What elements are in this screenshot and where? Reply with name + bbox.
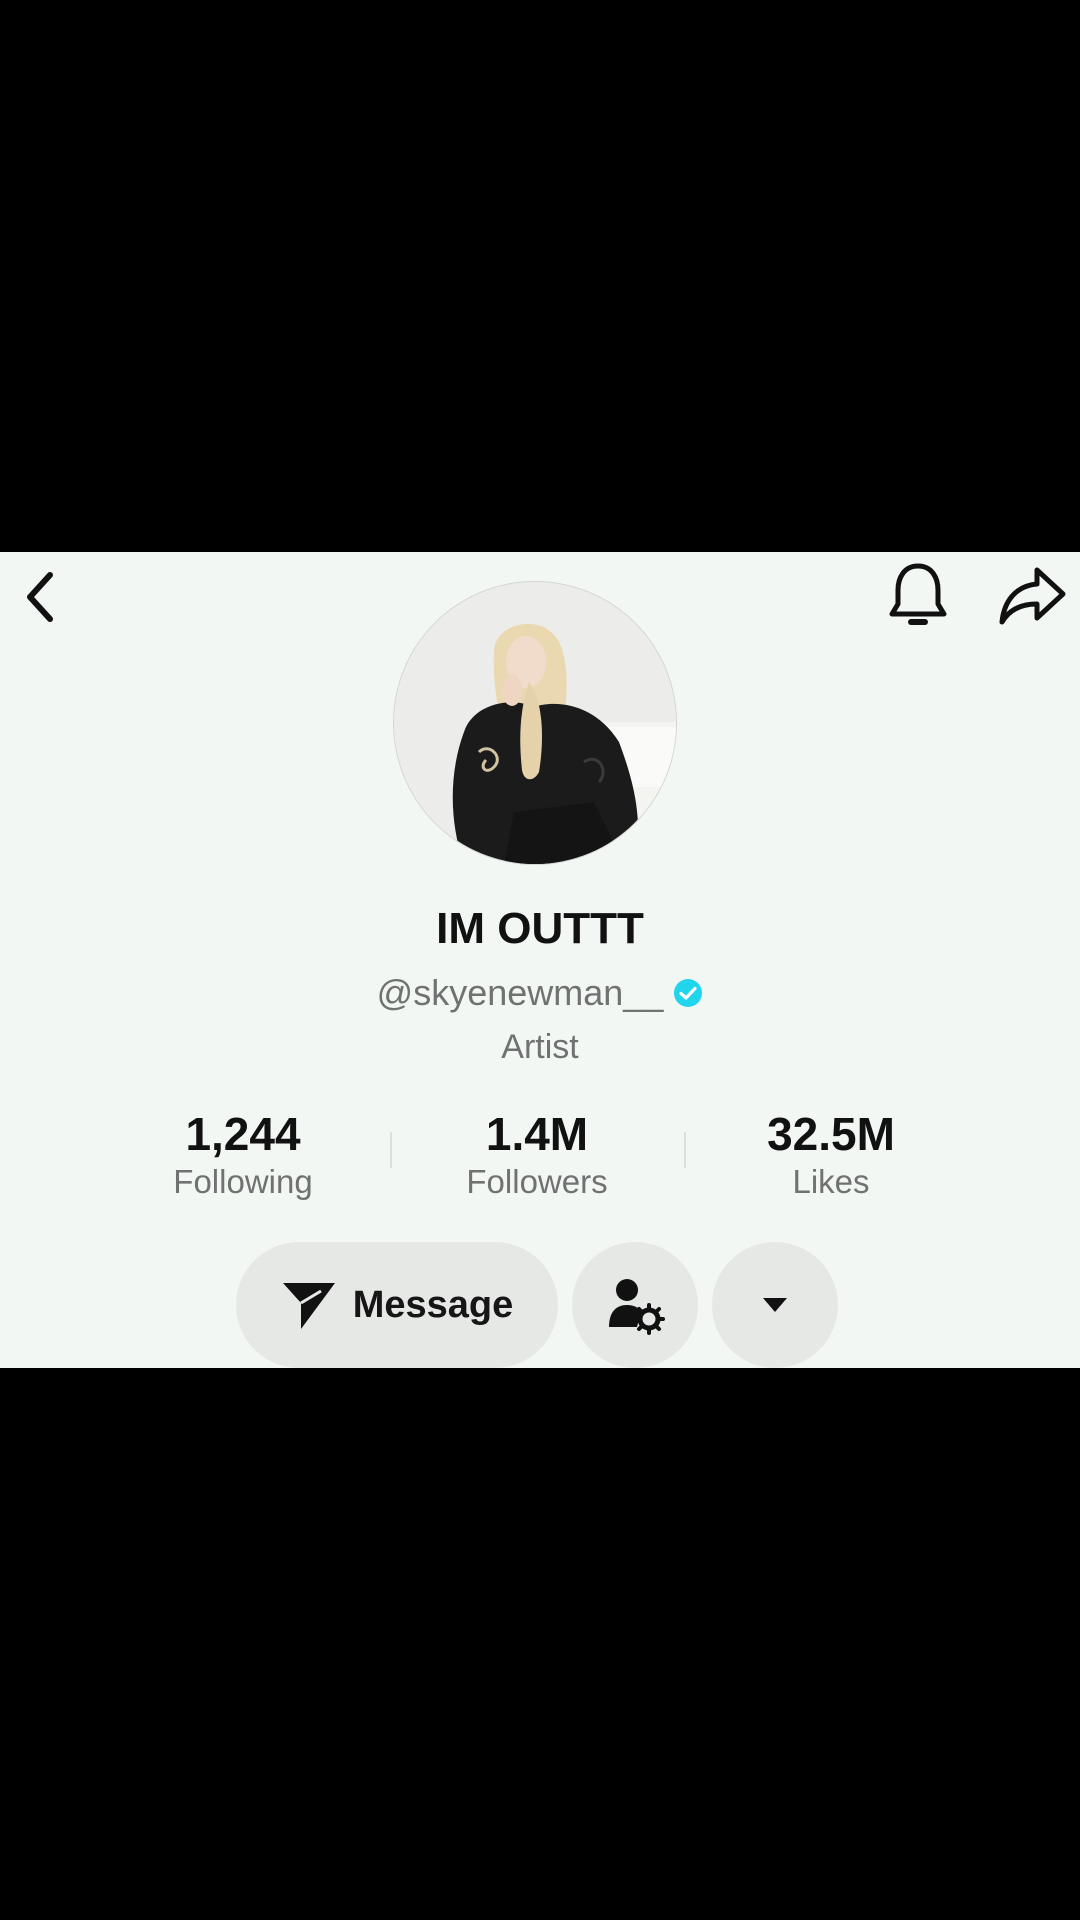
- share-arrow-icon: [999, 567, 1066, 625]
- share-button[interactable]: [990, 556, 1074, 636]
- profile-panel: IM OUTTT @skyenewman__ Artist 1,244 Foll…: [0, 552, 1080, 1368]
- username-handle: @skyenewman__: [376, 972, 664, 1013]
- verified-badge-icon: [674, 979, 703, 1007]
- avatar[interactable]: [394, 582, 676, 864]
- message-button[interactable]: Message: [236, 1242, 558, 1368]
- bell-icon: [889, 563, 947, 625]
- stat-divider: [684, 1132, 686, 1168]
- stat-value: 1,244: [185, 1108, 301, 1160]
- stat-label: Following: [173, 1163, 313, 1200]
- send-icon: [282, 1283, 335, 1329]
- display-name: IM OUTTT: [436, 904, 644, 953]
- stat-likes[interactable]: 32.5M Likes: [701, 1108, 961, 1204]
- notification-button[interactable]: [878, 556, 958, 636]
- back-button[interactable]: [10, 562, 70, 632]
- user-gear-icon: [609, 1279, 665, 1335]
- bio-text: Artist: [501, 1028, 579, 1066]
- stat-value: 1.4M: [485, 1108, 589, 1160]
- stat-label: Followers: [466, 1163, 608, 1200]
- stat-divider: [390, 1132, 392, 1168]
- screen: IM OUTTT @skyenewman__ Artist 1,244 Foll…: [0, 0, 1080, 1920]
- chevron-left-icon: [27, 572, 53, 622]
- profile-settings-button[interactable]: [572, 1242, 698, 1368]
- stat-value: 32.5M: [767, 1108, 895, 1160]
- stat-followers[interactable]: 1.4M Followers: [407, 1108, 667, 1204]
- more-options-button[interactable]: [712, 1242, 838, 1368]
- caret-down-icon: [763, 1298, 787, 1312]
- message-label: Message: [352, 1283, 514, 1326]
- stat-following[interactable]: 1,244 Following: [113, 1108, 373, 1204]
- handle-row: @skyenewman__: [0, 972, 1080, 1014]
- avatar-photo: [394, 582, 676, 864]
- stat-label: Likes: [792, 1163, 870, 1200]
